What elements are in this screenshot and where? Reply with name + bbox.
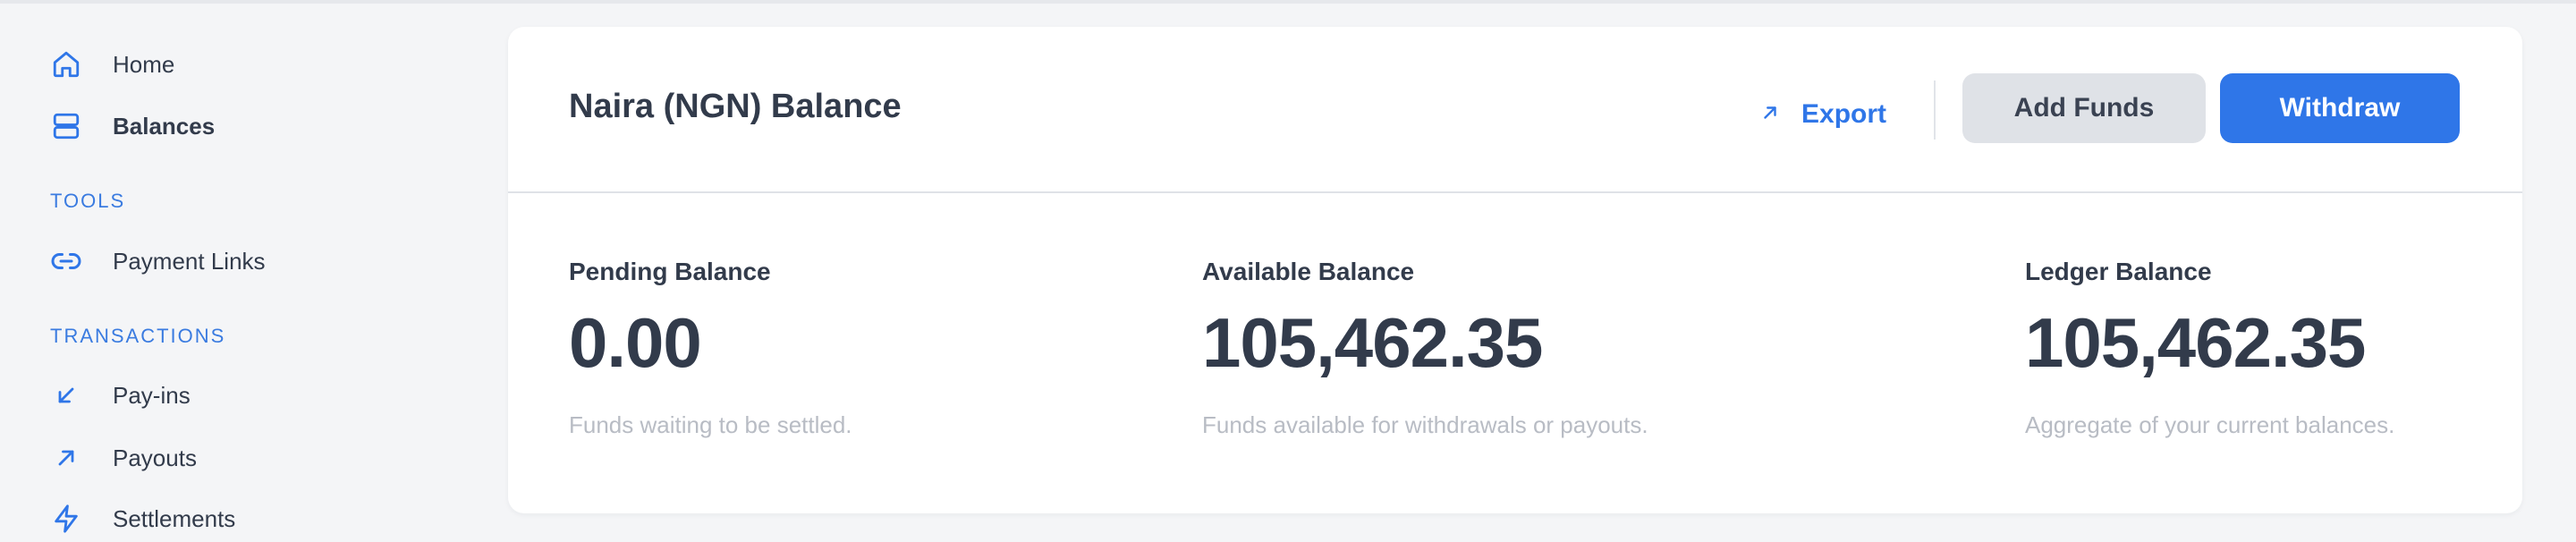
add-funds-button[interactable]: Add Funds xyxy=(1962,73,2206,143)
balance-card-header: Naira (NGN) Balance Export Add Funds Wit… xyxy=(508,27,2522,193)
pending-balance-stat: Pending Balance 0.00 Funds waiting to be… xyxy=(569,258,852,439)
stat-label: Ledger Balance xyxy=(2025,258,2212,285)
link-icon xyxy=(50,245,82,277)
header-divider xyxy=(1934,80,1936,140)
sidebar-item-balances[interactable]: Balances xyxy=(50,105,215,148)
balances-icon xyxy=(50,110,82,142)
sidebar: Home Balances TOOLS Payment Links TRANSA… xyxy=(0,0,483,542)
stat-label: Pending Balance xyxy=(569,258,771,285)
stat-value: 105,462.35 xyxy=(1202,303,1543,382)
stat-description: Aggregate of your current balances. xyxy=(2025,411,2395,438)
stat-value: 0.00 xyxy=(569,303,702,382)
withdraw-button[interactable]: Withdraw xyxy=(2220,73,2460,143)
sidebar-item-label: Payouts xyxy=(113,444,197,471)
home-icon xyxy=(50,48,82,80)
stat-value: 105,462.35 xyxy=(2025,303,2366,382)
sidebar-item-payment-links[interactable]: Payment Links xyxy=(50,240,266,283)
stat-label: Available Balance xyxy=(1202,258,1415,285)
section-title-tools: TOOLS xyxy=(50,190,126,212)
stat-description: Funds available for withdrawals or payou… xyxy=(1202,411,1648,438)
arrow-down-left-icon xyxy=(50,379,82,411)
stat-description: Funds waiting to be settled. xyxy=(569,411,852,438)
sidebar-item-payouts[interactable]: Payouts xyxy=(50,436,197,479)
page-title: Naira (NGN) Balance xyxy=(569,88,902,125)
sidebar-item-label: Settlements xyxy=(113,504,236,532)
ledger-balance-stat: Ledger Balance 105,462.35 Aggregate of y… xyxy=(2025,258,2394,439)
export-button[interactable]: Export xyxy=(1760,93,1886,136)
available-balance-stat: Available Balance 105,462.35 Funds avail… xyxy=(1202,258,1648,439)
arrow-up-right-icon xyxy=(1760,103,1780,127)
export-label: Export xyxy=(1801,99,1887,129)
section-title-transactions: TRANSACTIONS xyxy=(50,325,226,347)
balance-card: Naira (NGN) Balance Export Add Funds Wit… xyxy=(508,27,2522,513)
sidebar-item-home[interactable]: Home xyxy=(50,43,174,86)
sidebar-item-settlements[interactable]: Settlements xyxy=(50,497,235,540)
arrow-up-right-icon xyxy=(50,442,82,474)
lightning-icon xyxy=(50,503,82,535)
sidebar-item-label: Balances xyxy=(113,112,216,140)
sidebar-item-label: Pay-ins xyxy=(113,381,191,409)
sidebar-item-pay-ins[interactable]: Pay-ins xyxy=(50,374,191,417)
sidebar-item-label: Home xyxy=(113,50,175,78)
sidebar-item-label: Payment Links xyxy=(113,247,266,275)
